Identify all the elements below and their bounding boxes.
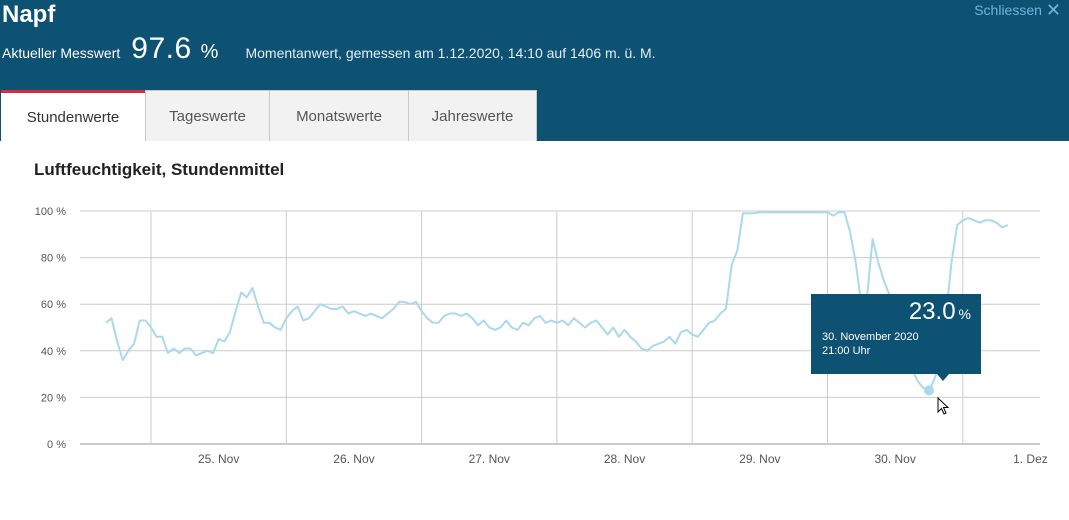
x-tick-label: 29. Nov bbox=[739, 452, 780, 466]
tooltip-unit: % bbox=[958, 306, 971, 322]
y-tick-label: 100 % bbox=[35, 206, 66, 218]
x-tick-label: 26. Nov bbox=[333, 452, 374, 466]
tooltip-time: 21:00 Uhr bbox=[822, 345, 871, 357]
humidity-chart: 0 %20 %40 %60 %80 %100 % 25. Nov 26. Nov 2… bbox=[35, 206, 1048, 466]
x-tick-label: 28. Nov bbox=[604, 452, 645, 466]
hovered-data-point[interactable] bbox=[923, 385, 934, 396]
x-tick-label: 30. Nov bbox=[874, 452, 915, 466]
y-tick-label: 60 % bbox=[41, 299, 66, 311]
tooltip-value: 23.0% bbox=[909, 298, 971, 326]
tooltip-value-number: 23.0 bbox=[908, 298, 956, 325]
data-tooltip: 23.0% 30. November 2020 21:00 Uhr bbox=[811, 294, 981, 374]
y-tick-label: 40 % bbox=[41, 346, 66, 358]
y-axis: 0 % 20 % 40 % 60 % 80 % 100 % bbox=[35, 206, 66, 451]
x-tick-label: 27. Nov bbox=[469, 452, 510, 466]
y-tick-label: 0 % bbox=[47, 439, 66, 451]
x-tick-label: 25. Nov bbox=[198, 452, 239, 466]
tooltip-pointer bbox=[937, 374, 949, 381]
tooltip-date: 30. November 2020 bbox=[822, 331, 919, 343]
mouse-cursor-icon bbox=[937, 397, 950, 415]
y-tick-label: 80 % bbox=[41, 253, 66, 265]
x-axis: 25. Nov 26. Nov 27. Nov 28. Nov 29. Nov 30. N… bbox=[198, 452, 1048, 466]
x-tick-label: 1. Dez bbox=[1013, 452, 1048, 466]
y-tick-label: 20 % bbox=[41, 392, 66, 404]
